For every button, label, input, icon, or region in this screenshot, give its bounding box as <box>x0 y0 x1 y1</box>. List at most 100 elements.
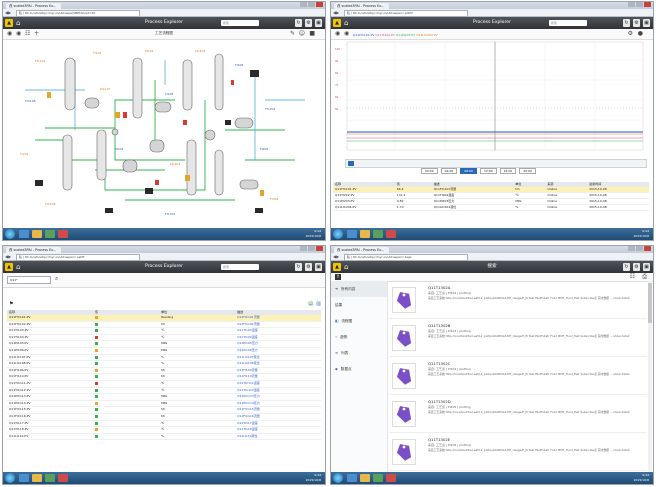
save-icon[interactable]: ▣ <box>315 263 322 271</box>
close-button[interactable] <box>316 246 323 251</box>
search-result-card[interactable]: Q11T1302A 来自: 工艺点 | PI102 | plotting 来自工艺系… <box>389 281 647 319</box>
media-icon[interactable] <box>373 474 383 482</box>
sidebar-item-list[interactable]: ≡ 列表 <box>331 345 387 361</box>
pfd-tag-label[interactable]: TIC106 <box>24 99 36 103</box>
pfd-tag-label[interactable]: FI205 <box>260 147 268 151</box>
range-button[interactable]: 00:00 <box>421 168 438 174</box>
table-row[interactable]: Q11TI117.PV ℃ Q11TI117温度 <box>7 421 321 428</box>
scrollbar-thumb[interactable] <box>648 283 652 323</box>
search-result-card[interactable]: Q11T1302D 来自: 工艺点 | PI105 | plotting 来自工艺系… <box>389 395 647 433</box>
table-row[interactable]: Q11FI110.PV t/h Q11FI110流量 <box>7 374 321 381</box>
pfd-tag-label[interactable]: FIC301 <box>165 212 176 216</box>
sidebar-item-tags[interactable]: ◆ 数据点 <box>331 361 387 377</box>
edit-icon[interactable]: ✎ <box>290 31 295 37</box>
maximize-button[interactable] <box>308 246 315 251</box>
app-icon[interactable] <box>58 230 68 238</box>
close-button[interactable] <box>644 2 651 7</box>
back-icon[interactable]: ◀▶ <box>5 254 14 259</box>
search-input[interactable]: 搜索 <box>549 20 587 26</box>
save-icon[interactable]: ▣ <box>643 263 650 271</box>
info-icon[interactable]: ● <box>638 31 643 37</box>
settings-icon[interactable]: ⚙ <box>628 31 633 37</box>
refresh-icon[interactable]: ↻ <box>623 263 630 271</box>
table-row[interactable]: Q11PI105.PV MPa Q11PI105压力 <box>7 341 321 348</box>
start-button[interactable] <box>333 229 343 239</box>
table-row[interactable]: Q11FIC102.PV t/h Q11FIC102流量 <box>7 322 321 329</box>
ie-icon[interactable] <box>347 230 357 238</box>
table-row[interactable]: Q11TIC111.PV ℃ Q11TIC111温度 <box>7 381 321 388</box>
forward-circle-icon[interactable]: ◉ <box>344 31 349 37</box>
add-tag-icon[interactable]: ▥ <box>316 301 321 307</box>
refresh-icon[interactable]: ↻ <box>295 263 302 271</box>
minimize-button[interactable] <box>628 246 635 251</box>
search-result-card[interactable]: Q11T1302E 来自: 工艺点 | PI106 | plotting 来自工艺系… <box>389 433 647 471</box>
url-input[interactable]: 私 | 80 localhost/pc/myrun/ubf.aspx/rc.sd… <box>344 10 468 17</box>
table-row[interactable]: Q11TI103.PV ℃ Q11TI103温度 <box>7 328 321 335</box>
timeline-scrubber[interactable] <box>345 159 647 168</box>
start-button[interactable] <box>5 473 15 483</box>
range-button[interactable]: 20:00 <box>519 168 536 174</box>
back-icon[interactable]: ◀▶ <box>333 254 342 259</box>
folder-icon[interactable] <box>32 474 42 482</box>
back-icon[interactable]: ◀▶ <box>333 10 342 15</box>
search-result-card[interactable]: Q11T1302B 来自: 工艺点 | PI103 | plotting 来自工艺系… <box>389 319 647 357</box>
save-icon[interactable]: ▣ <box>643 19 650 27</box>
settings-icon[interactable]: ⚙ <box>305 263 312 271</box>
save-icon[interactable]: ▣ <box>315 19 322 27</box>
settings-icon[interactable]: ⚙ <box>305 19 312 27</box>
sidebar-item-all[interactable]: ➜ 所有内容 <box>331 281 387 297</box>
user-icon[interactable]: ☺ <box>299 31 305 37</box>
minimize-button[interactable] <box>300 246 307 251</box>
table-row[interactable]: Q11FI109.PV t/h Q11FI109流量 <box>7 368 321 375</box>
folder-icon[interactable] <box>360 230 370 238</box>
pfd-tag-label[interactable]: LIC204 <box>170 162 180 166</box>
sidebar-item-pfd[interactable]: ◧ 流程图 <box>331 313 387 329</box>
table-row[interactable]: Q11PIC114.PV MPa Q11PIC114压力 <box>7 401 321 408</box>
table-row[interactable]: Q11LI119.PV% Q11LI119液位 <box>7 434 321 441</box>
table-row[interactable]: Q11TI118.PV ℃ Q11TI118温度 <box>7 427 321 434</box>
pfd-tag-label[interactable]: LI108 <box>165 92 173 96</box>
close-button[interactable] <box>316 2 323 7</box>
maximize-button[interactable] <box>636 2 643 7</box>
pfd-tag-label[interactable]: FIC201 <box>265 107 276 111</box>
table-row[interactable]: Q11FIC116.PV t/h Q11FIC116流量 <box>7 414 321 421</box>
pfd-tag-label[interactable]: TI102 <box>92 51 102 55</box>
close-button[interactable] <box>644 246 651 251</box>
back-icon[interactable]: ◀▶ <box>5 10 14 15</box>
table-row[interactable]: Q11FIC115.PV t/h Q11FIC115流量 <box>7 407 321 414</box>
table-row[interactable]: Q11PI106.PV MPa Q11PI106压力 <box>7 348 321 355</box>
search-result-card[interactable]: Q11T1302C 来自: 工艺点 | PI104 | plotting 来自工艺系… <box>389 357 647 395</box>
range-button[interactable]: 08:00 <box>460 168 477 174</box>
filter-icon[interactable]: Y <box>335 274 341 280</box>
print-icon[interactable]: ⎙ <box>642 274 647 280</box>
media-icon[interactable] <box>45 230 55 238</box>
url-input[interactable]: 私 | 80 localhost/pc/myrun/ubf.aspx/SBPTA… <box>16 10 140 17</box>
settings-icon[interactable]: ⚙ <box>633 19 640 27</box>
pfd-tag-label[interactable]: PIC107 <box>100 87 111 91</box>
minimize-button[interactable] <box>628 2 635 7</box>
folder-icon[interactable] <box>360 474 370 482</box>
refresh-icon[interactable]: ↻ <box>623 19 630 27</box>
pfd-tag-label[interactable]: FI105 <box>235 63 243 67</box>
result-title[interactable]: Q11T1302E <box>428 437 450 442</box>
result-title[interactable]: Q11T1302D <box>428 399 451 404</box>
folder-icon[interactable] <box>32 230 42 238</box>
app-icon[interactable] <box>386 474 396 482</box>
app-icon[interactable] <box>58 474 68 482</box>
lock-icon[interactable]: ■ <box>309 31 315 37</box>
table-row[interactable]: Q11TIC112.PV ℃ Q11TIC112温度 <box>7 388 321 395</box>
url-input[interactable]: 私 | 80 localhost/pc/myrun/ubf.aspx/rc.as… <box>16 254 140 261</box>
settings-icon[interactable]: ⚙ <box>633 263 640 271</box>
search-icon[interactable]: ⌕ <box>55 276 58 282</box>
range-button[interactable]: 12:00 <box>479 168 497 174</box>
pfd-tag-label[interactable]: PI203 <box>115 147 124 151</box>
back-circle-icon[interactable]: ◉ <box>335 31 340 37</box>
table-row[interactable]: Q11TI104.PV ℃ Q11TI104温度 <box>7 335 321 342</box>
pfd-tag-label[interactable]: TI202 <box>19 152 29 156</box>
pfd-tag-label[interactable]: LIC104 <box>195 49 205 53</box>
start-button[interactable] <box>5 229 15 239</box>
grid-icon[interactable]: ☷ <box>630 274 635 280</box>
url-input[interactable]: 私 | 80 localhost/pc/myrun/ubf.aspx/rc.ta… <box>344 254 468 261</box>
table-row[interactable]: Q11LIC107.PV% Q11LIC107液位 <box>7 355 321 362</box>
sidebar-item-trend[interactable]: ⌁ 趋势 <box>331 329 387 345</box>
